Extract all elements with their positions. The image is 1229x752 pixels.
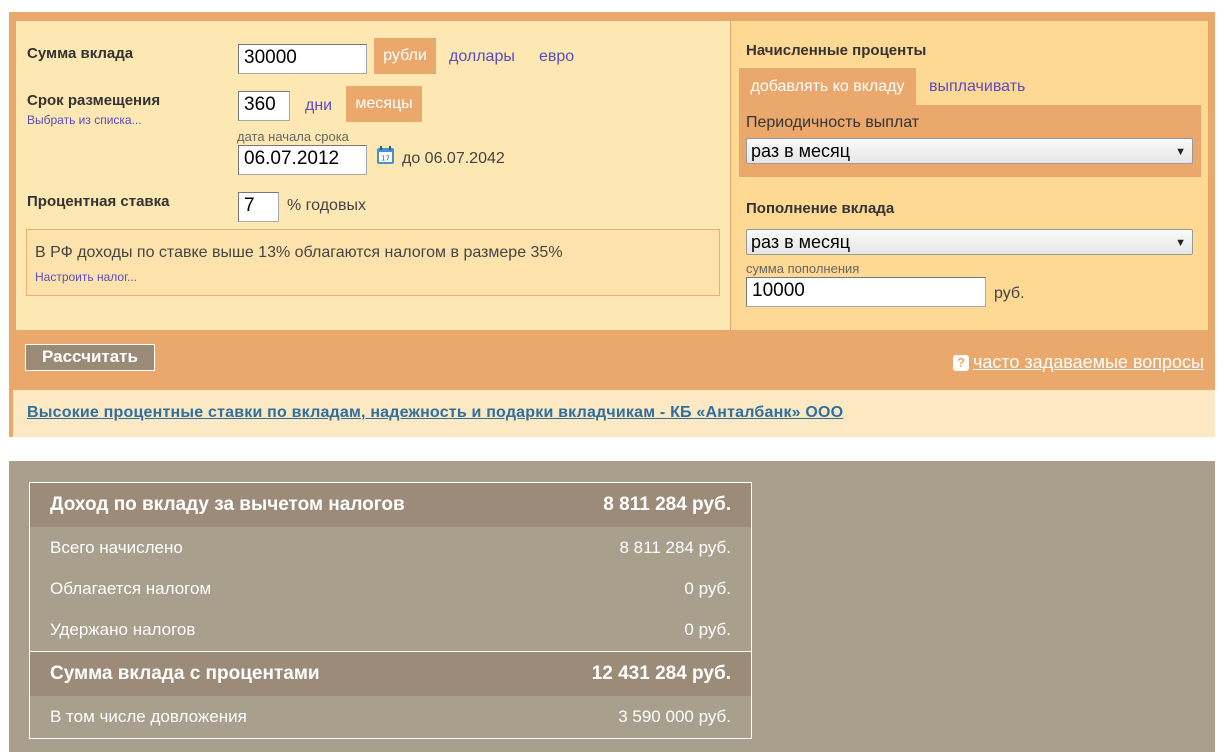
term-months-button[interactable]: месяцы xyxy=(346,86,422,122)
payout-period-value: раз в месяц xyxy=(751,141,851,161)
total-sum-row: Сумма вклада с процентами 12 431 284 руб… xyxy=(30,652,751,696)
deposit-calculator: Сумма вклада 30000 рубли доллары евро Ср… xyxy=(9,12,1215,390)
bank-ad-link[interactable]: Высокие процентные ставки по вкладам, на… xyxy=(27,404,843,422)
amount-label: Сумма вклада xyxy=(27,45,134,62)
replenish-title: Пополнение вклада xyxy=(746,200,895,217)
tax-note-text: В РФ доходы по ставке выше 13% облагаютс… xyxy=(35,244,563,261)
pay-out-link[interactable]: выплачивать xyxy=(929,78,1025,96)
currency-rub-button[interactable]: рубли xyxy=(374,38,436,74)
rate-input[interactable]: 7 xyxy=(238,192,279,222)
additional-deposits-row: В том числе довложения 3 590 000 руб. xyxy=(30,696,751,738)
additional-deposits-value: 3 590 000 руб. xyxy=(618,707,731,726)
payout-period-box: Периодичность выплат раз в месяц ▼ xyxy=(739,105,1201,177)
term-input[interactable]: 360 xyxy=(238,91,290,121)
calculate-button[interactable]: Рассчитать xyxy=(25,344,155,371)
faq-link[interactable]: ? часто задаваемые вопросы xyxy=(952,352,1204,373)
replenish-frequency-value: раз в месяц xyxy=(751,232,851,252)
net-income-label: Доход по вкладу за вычетом налогов xyxy=(50,494,405,515)
withheld-row: Удержано налогов 0 руб. xyxy=(30,609,751,650)
calendar-icon[interactable]: 17 xyxy=(376,146,395,165)
question-icon: ? xyxy=(952,355,969,371)
term-label: Срок размещения xyxy=(27,92,161,109)
faq-label: часто задаваемые вопросы xyxy=(972,352,1204,372)
rate-label: Процентная ставка xyxy=(27,193,170,210)
start-date-input[interactable]: 06.07.2012 xyxy=(238,145,367,175)
bank-ad-bar: Высокие процентные ставки по вкладам, на… xyxy=(9,390,1215,437)
chevron-down-icon: ▼ xyxy=(1175,237,1186,249)
amount-input[interactable]: 30000 xyxy=(238,44,367,74)
net-income-value: 8 811 284 руб. xyxy=(603,494,731,515)
end-date-text: до 06.07.2042 xyxy=(402,150,505,167)
add-to-deposit-button[interactable]: добавлять ко вкладу xyxy=(739,68,916,105)
total-accrued-row: Всего начислено 8 811 284 руб. xyxy=(30,527,751,568)
currency-usd-link[interactable]: доллары xyxy=(449,48,515,66)
rate-unit: % годовых xyxy=(287,197,366,214)
tax-note-box: В РФ доходы по ставке выше 13% облагаютс… xyxy=(26,229,720,296)
taxable-value: 0 руб. xyxy=(684,579,731,598)
replenish-frequency-select[interactable]: раз в месяц ▼ xyxy=(746,229,1193,255)
replenish-amount-label: сумма пополнения xyxy=(746,261,860,276)
accrued-title: Начисленные проценты xyxy=(746,42,927,59)
start-date-label: дата начала срока xyxy=(237,129,349,144)
currency-eur-link[interactable]: евро xyxy=(539,48,574,66)
payout-period-select[interactable]: раз в месяц ▼ xyxy=(746,138,1193,164)
term-days-link[interactable]: дни xyxy=(305,97,332,115)
svg-text:17: 17 xyxy=(381,155,390,163)
results-table: Доход по вкладу за вычетом налогов 8 811… xyxy=(29,482,752,739)
interest-options-panel: Начисленные проценты добавлять ко вкладу… xyxy=(731,21,1208,330)
results-area: Доход по вкладу за вычетом налогов 8 811… xyxy=(9,461,1215,752)
withheld-label: Удержано налогов xyxy=(50,620,196,639)
additional-deposits-label: В том числе довложения xyxy=(50,707,247,726)
withheld-value: 0 руб. xyxy=(684,620,731,639)
replenish-amount-input[interactable]: 10000 xyxy=(746,277,986,307)
total-accrued-label: Всего начислено xyxy=(50,538,183,557)
configure-tax-link[interactable]: Настроить налог... xyxy=(35,270,137,284)
replenish-amount-unit: руб. xyxy=(994,285,1025,302)
total-sum-value: 12 431 284 руб. xyxy=(591,663,731,684)
net-income-row: Доход по вкладу за вычетом налогов 8 811… xyxy=(30,483,751,527)
choose-term-link[interactable]: Выбрать из списка... xyxy=(27,113,142,127)
taxable-row: Облагается налогом 0 руб. xyxy=(30,568,751,609)
payout-period-label: Периодичность выплат xyxy=(746,114,920,131)
chevron-down-icon: ▼ xyxy=(1175,146,1186,158)
taxable-label: Облагается налогом xyxy=(50,579,212,598)
total-sum-label: Сумма вклада с процентами xyxy=(50,663,320,684)
total-accrued-value: 8 811 284 руб. xyxy=(619,538,731,557)
